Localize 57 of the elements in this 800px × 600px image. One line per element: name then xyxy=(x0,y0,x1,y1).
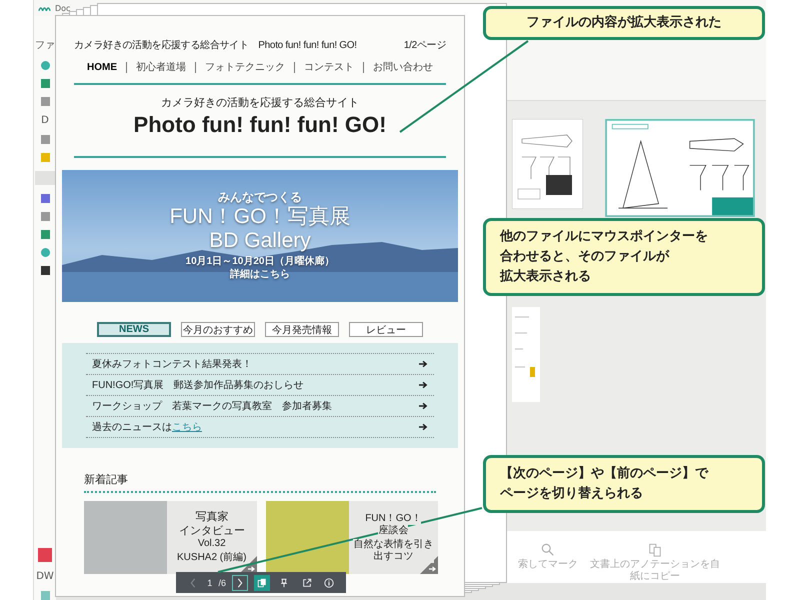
details-link[interactable]: 詳細はこちら xyxy=(230,269,290,281)
menu-label[interactable]: ファ xyxy=(35,38,55,52)
banner-title: FUN！GO！写真展 xyxy=(170,205,350,230)
document-thumbnail-drawing[interactable] xyxy=(512,307,540,402)
news-item[interactable]: 過去のニュースはこちら xyxy=(92,420,202,434)
nav-link[interactable]: コンテスト xyxy=(294,62,363,73)
banner-dates: 10月1日～10月20日（月曜休廊） xyxy=(186,256,334,268)
callout: 【次のページ】や【前のページ】で ページを切り替えられる xyxy=(483,455,765,514)
boat-plan-thumbnail-drawing[interactable] xyxy=(512,119,583,209)
site-tagline: カメラ好きの活動を応援する総合サイト xyxy=(160,96,360,110)
banner[interactable]: みんなでつくる FUN！GO！写真展 BD Gallery 10月1日～10月20日（月曜休廊） 詳細はこちら xyxy=(62,170,458,302)
photo-placeholder[interactable] xyxy=(266,501,348,574)
external-link-icon[interactable] xyxy=(302,578,312,588)
news-item[interactable]: ワークショップ 若葉マークの写真教室 参加者募集 xyxy=(92,399,332,413)
pin-icon[interactable] xyxy=(279,578,290,588)
pages-button[interactable] xyxy=(254,574,270,590)
card-text: 座談会 xyxy=(378,524,408,536)
card-panel[interactable]: FUN！GO！ 座談会 自然な表情を引き出すコツ xyxy=(348,501,438,574)
arrow-right-icon[interactable] xyxy=(419,402,428,410)
nav-link[interactable]: お問い合わせ xyxy=(363,62,442,73)
section-label: D xyxy=(41,115,49,126)
card-text: 自然な表情を引き出すコツ xyxy=(352,538,434,562)
news-tab[interactable]: NEWS xyxy=(97,322,171,337)
card-text: KUSHA2 (前編) xyxy=(177,552,246,564)
callout: 他のファイルにマウスポインターを 合わせると、そのファイルが 拡大表示される xyxy=(483,218,765,296)
callout: ファイルの内容が拡大表示された xyxy=(483,6,765,40)
news-tab[interactable]: 今月のおすすめ xyxy=(181,322,255,337)
arrow-right-icon[interactable] xyxy=(419,423,428,431)
page-indicator: 1/2ページ xyxy=(404,39,446,52)
nav-link[interactable]: HOME xyxy=(78,62,126,73)
nav-link[interactable]: フォトテクニック xyxy=(195,62,294,73)
nav-link[interactable]: 初心者道場 xyxy=(126,62,195,73)
card-text: FUN！GO！ xyxy=(365,512,422,524)
banner-subtitle: BD Gallery xyxy=(209,229,311,254)
news-item[interactable]: 夏休みフォトコンテスト結果発表！ xyxy=(92,357,252,371)
next-page-button[interactable] xyxy=(232,574,248,590)
page-total: /6 xyxy=(218,578,226,588)
page-number: 1 xyxy=(207,578,212,588)
section-heading: 新着記事 xyxy=(84,472,129,487)
window-title: Doc xyxy=(55,4,70,12)
news-tab[interactable]: 今月発売情報 xyxy=(265,322,339,337)
news-item[interactable]: FUN!GO!写真展 郵送参加作品募集のおしらせ xyxy=(92,378,304,392)
search-icon[interactable] xyxy=(541,543,555,557)
info-icon[interactable] xyxy=(324,578,334,588)
arrow-right-icon[interactable] xyxy=(419,360,428,368)
bottom-label: DW xyxy=(36,571,54,582)
card-text: 写真家 xyxy=(195,511,228,524)
sailboat-plan-thumbnail-drawing[interactable] xyxy=(605,119,755,217)
copy-icon[interactable] xyxy=(648,543,662,557)
header-text: カメラ好きの活動を応援する総合サイト Photo fun! fun! fun! GO! xyxy=(74,38,357,52)
arrow-right-icon[interactable] xyxy=(419,381,428,389)
news-tab[interactable]: レビュー xyxy=(349,322,423,337)
card-panel[interactable]: 写真家 インタビュー Vol.32 KUSHA2 (前編) xyxy=(167,501,256,574)
card-text: インタビュー xyxy=(178,524,245,538)
banner-kicker: みんなでつくる xyxy=(218,191,302,206)
pages-icon[interactable] xyxy=(257,578,268,588)
site-title: Photo fun! fun! fun! GO! xyxy=(132,112,388,138)
